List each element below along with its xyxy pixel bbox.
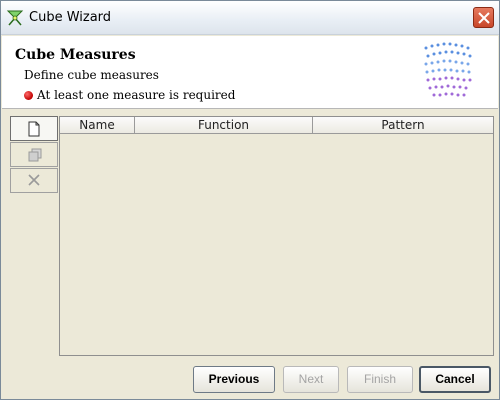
copy-icon	[28, 148, 42, 162]
new-measure-button[interactable]	[10, 116, 58, 141]
validation-message: At least one measure is required	[24, 88, 235, 102]
cancel-button[interactable]: Cancel	[419, 366, 491, 393]
copy-measure-button[interactable]	[10, 142, 58, 167]
column-header-function[interactable]: Function	[135, 117, 313, 134]
cube-wizard-dialog: Cube Wizard Cube Measures Define cube me…	[0, 0, 500, 400]
close-icon	[478, 12, 490, 24]
error-icon	[24, 90, 33, 100]
window-title: Cube Wizard	[29, 10, 112, 25]
previous-button[interactable]: Previous	[193, 366, 275, 393]
delete-icon	[28, 174, 40, 186]
title-bar[interactable]: Cube Wizard	[1, 1, 499, 35]
measure-toolbar	[9, 116, 59, 356]
delete-measure-button[interactable]	[10, 168, 58, 193]
finish-button[interactable]: Finish	[347, 366, 413, 393]
next-button[interactable]: Next	[283, 366, 339, 393]
cube-wizard-icon	[6, 9, 24, 27]
close-button[interactable]	[473, 7, 494, 28]
new-document-icon	[28, 121, 40, 137]
column-header-pattern[interactable]: Pattern	[313, 117, 493, 134]
cube-logo	[424, 42, 472, 97]
wizard-header: Cube Measures Define cube measures At le…	[2, 36, 498, 109]
measures-table[interactable]: Name Function Pattern	[59, 116, 494, 356]
page-description: Define cube measures	[24, 68, 159, 82]
error-text: At least one measure is required	[37, 88, 236, 102]
column-header-name[interactable]: Name	[60, 117, 135, 134]
page-title: Cube Measures	[15, 47, 136, 63]
